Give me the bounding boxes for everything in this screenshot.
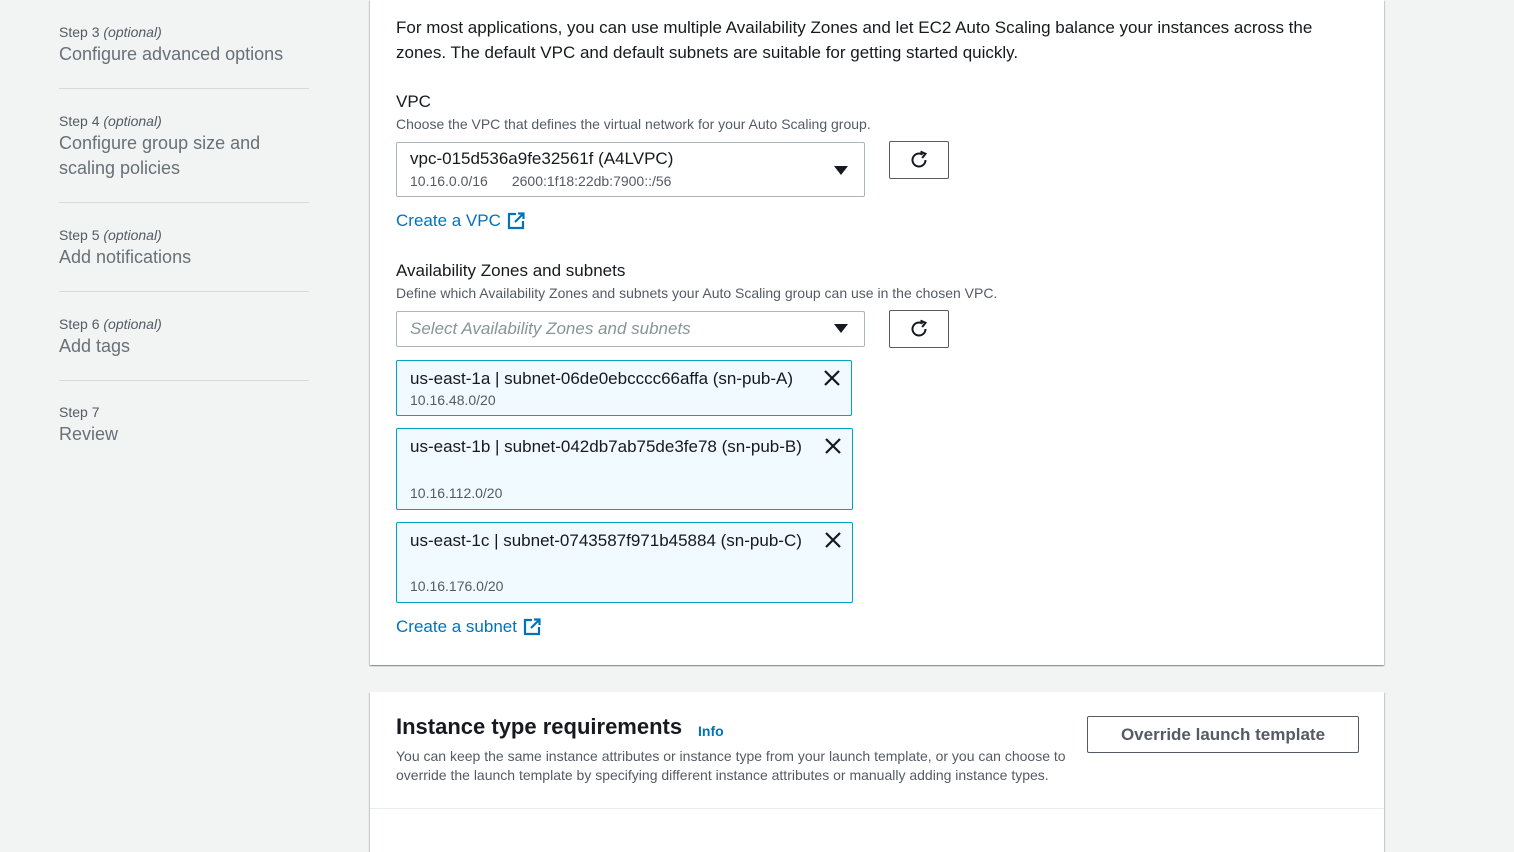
step-6[interactable]: Step 6 (optional) Add tags	[59, 292, 309, 381]
info-link[interactable]: Info	[698, 723, 724, 739]
vpc-cidr-values: 10.16.0.0/16 2600:1f18:22db:7900::/56	[410, 173, 695, 189]
refresh-icon	[911, 319, 928, 337]
subnet-token: us-east-1c | subnet-0743587f971b45884 (s…	[396, 522, 853, 603]
step-optional-label: (optional)	[103, 113, 162, 129]
external-link-icon	[523, 618, 541, 636]
close-icon[interactable]	[823, 369, 841, 387]
close-icon[interactable]	[824, 531, 842, 549]
caret-down-icon	[834, 324, 848, 333]
caret-down-icon	[834, 166, 848, 175]
step-number: Step 6	[59, 316, 100, 332]
step-number: Step 7	[59, 404, 100, 420]
step-number: Step 3	[59, 24, 100, 40]
refresh-icon	[911, 150, 928, 168]
instance-type-description: You can keep the same instance attribute…	[396, 748, 1066, 783]
step-3[interactable]: Step 3 (optional) Configure advanced opt…	[59, 18, 309, 89]
step-title[interactable]: Add notifications	[59, 245, 309, 270]
step-title[interactable]: Configure group size and scaling policie…	[59, 131, 279, 181]
instance-type-header: Instance type requirements	[396, 714, 683, 739]
external-link-icon	[507, 212, 525, 230]
subnet-token-cidr: 10.16.176.0/20	[410, 578, 504, 594]
step-7[interactable]: Step 7 Review	[59, 381, 309, 461]
subnet-token-cidr: 10.16.112.0/20	[410, 485, 503, 501]
vpc-label: VPC	[396, 92, 431, 111]
wizard-steps-nav: Step 3 (optional) Configure advanced opt…	[59, 18, 309, 461]
step-optional-label: (optional)	[103, 316, 162, 332]
subnets-select[interactable]: Select Availability Zones and subnets	[396, 311, 865, 347]
instance-type-panel: Instance type requirements Info You can …	[370, 692, 1384, 852]
subnet-token-cidr: 10.16.48.0/20	[410, 392, 496, 408]
step-optional-label: (optional)	[103, 24, 162, 40]
vpc-ipv6-cidr: 2600:1f18:22db:7900::/56	[511, 173, 672, 189]
create-subnet-link-label: Create a subnet	[396, 617, 517, 636]
step-number: Step 4	[59, 113, 100, 129]
network-intro-text: For most applications, you can use multi…	[396, 18, 1313, 62]
step-number: Step 5	[59, 227, 100, 243]
step-optional-label: (optional)	[103, 227, 162, 243]
step-5[interactable]: Step 5 (optional) Add notifications	[59, 203, 309, 292]
subnet-token-title: us-east-1a | subnet-06de0ebcccc66affa (s…	[410, 369, 794, 388]
subnets-label: Availability Zones and subnets	[396, 261, 626, 280]
create-subnet-link[interactable]: Create a subnet	[396, 617, 541, 637]
subnet-token: us-east-1a | subnet-06de0ebcccc66affa (s…	[396, 360, 852, 416]
vpc-select[interactable]: vpc-015d536a9fe32561f (A4LVPC) 10.16.0.0…	[396, 142, 865, 197]
subnets-select-placeholder: Select Availability Zones and subnets	[410, 319, 691, 338]
vpc-ipv4-cidr: 10.16.0.0/16	[410, 173, 488, 189]
vpc-selected-value: vpc-015d536a9fe32561f (A4LVPC)	[410, 149, 674, 168]
create-vpc-link-label: Create a VPC	[396, 211, 501, 230]
subnets-refresh-button[interactable]	[889, 310, 949, 348]
vpc-refresh-button[interactable]	[889, 141, 949, 179]
divider	[370, 808, 1384, 809]
step-4[interactable]: Step 4 (optional) Configure group size a…	[59, 89, 309, 203]
close-icon[interactable]	[824, 437, 842, 455]
network-panel: For most applications, you can use multi…	[370, 0, 1384, 665]
subnet-token-title: us-east-1b | subnet-042db7ab75de3fe78 (s…	[410, 437, 802, 456]
vpc-description: Choose the VPC that defines the virtual …	[396, 116, 871, 132]
subnet-token: us-east-1b | subnet-042db7ab75de3fe78 (s…	[396, 428, 853, 510]
step-title[interactable]: Configure advanced options	[59, 42, 309, 67]
create-vpc-link[interactable]: Create a VPC	[396, 211, 525, 231]
subnets-description: Define which Availability Zones and subn…	[396, 285, 998, 301]
override-launch-template-button[interactable]: Override launch template	[1087, 716, 1359, 753]
step-title[interactable]: Add tags	[59, 334, 309, 359]
subnet-token-title: us-east-1c | subnet-0743587f971b45884 (s…	[410, 531, 802, 550]
step-title[interactable]: Review	[59, 422, 309, 447]
